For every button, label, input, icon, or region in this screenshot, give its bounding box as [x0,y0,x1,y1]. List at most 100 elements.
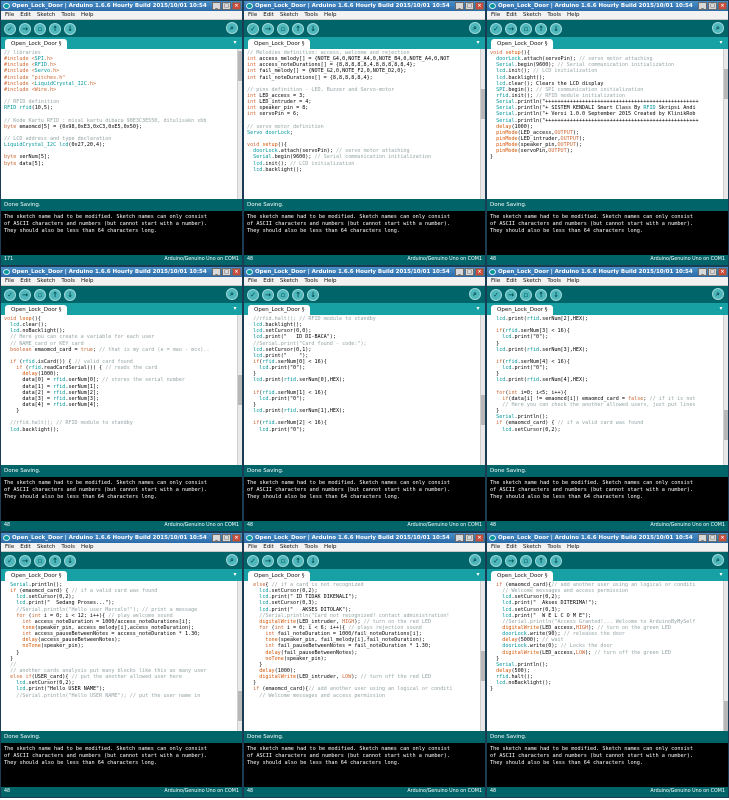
menu-tools[interactable]: Tools [304,11,318,19]
tab-open-lock-door[interactable]: Open_Lock_Door § [491,305,554,315]
tab-menu-icon[interactable]: ▾ [474,305,482,313]
verify-button[interactable]: ✓ [490,22,502,35]
tab-menu-icon[interactable]: ▾ [717,571,725,579]
tab-open-lock-door[interactable]: Open_Lock_Door § [248,39,311,49]
tab-menu-icon[interactable]: ▾ [231,571,239,579]
serial-monitor-button[interactable]: ⌕ [226,22,238,34]
menu-edit[interactable]: Edit [506,543,517,551]
scrollbar-thumb[interactable] [481,395,485,425]
menu-edit[interactable]: Edit [20,11,31,19]
menu-sketch[interactable]: Sketch [37,11,56,19]
save-sketch-button[interactable]: ↓ [307,554,319,567]
serial-monitor-button[interactable]: ⌕ [226,554,238,566]
menu-edit[interactable]: Edit [263,277,274,285]
close-button[interactable]: × [475,2,484,10]
upload-button[interactable]: → [19,288,31,301]
close-button[interactable]: × [232,2,241,10]
open-sketch-button[interactable]: ↑ [292,288,304,301]
code-editor[interactable]: void loop(){ lcd.clear(); lcd.noBackligh… [1,315,237,465]
menu-help[interactable]: Help [567,277,580,285]
verify-button[interactable]: ✓ [4,22,16,35]
code-editor[interactable]: lcd.print(rfid.serNum[2],HEX); if(rfid.s… [487,315,723,465]
save-sketch-button[interactable]: ↓ [64,22,76,35]
window-title-bar[interactable]: Open_Lock_Door | Arduino 1.6.6 Hourly Bu… [487,1,728,11]
menu-help[interactable]: Help [324,11,337,19]
maximize-button[interactable]: □ [465,268,474,276]
save-sketch-button[interactable]: ↓ [550,554,562,567]
maximize-button[interactable]: □ [222,2,231,10]
menu-sketch[interactable]: Sketch [280,11,299,19]
tab-open-lock-door[interactable]: Open_Lock_Door § [5,305,68,315]
window-title-bar[interactable]: Open_Lock_Door | Arduino 1.6.6 Hourly Bu… [487,267,728,277]
window-title-bar[interactable]: Open_Lock_Door | Arduino 1.6.6 Hourly Bu… [487,533,728,543]
menu-tools[interactable]: Tools [61,277,75,285]
menu-edit[interactable]: Edit [506,11,517,19]
minimize-button[interactable]: _ [698,2,707,10]
save-sketch-button[interactable]: ↓ [64,288,76,301]
menu-edit[interactable]: Edit [506,277,517,285]
verify-button[interactable]: ✓ [490,554,502,567]
close-button[interactable]: × [718,268,727,276]
minimize-button[interactable]: _ [212,268,221,276]
menu-sketch[interactable]: Sketch [523,277,542,285]
code-editor[interactable]: Serial.println(); if (emaomcd_card) { //… [1,581,237,731]
tab-menu-icon[interactable]: ▾ [231,39,239,47]
maximize-button[interactable]: □ [708,268,717,276]
menu-sketch[interactable]: Sketch [523,11,542,19]
close-button[interactable]: × [475,534,484,542]
maximize-button[interactable]: □ [222,534,231,542]
upload-button[interactable]: → [19,22,31,35]
window-title-bar[interactable]: Open_Lock_Door | Arduino 1.6.6 Hourly Bu… [244,533,485,543]
menu-help[interactable]: Help [81,277,94,285]
serial-monitor-button[interactable]: ⌕ [469,554,481,566]
code-editor[interactable]: if (emaomcd_card){// add another user us… [487,581,723,731]
maximize-button[interactable]: □ [222,268,231,276]
open-sketch-button[interactable]: ↑ [292,22,304,35]
tab-open-lock-door[interactable]: Open_Lock_Door § [248,305,311,315]
open-sketch-button[interactable]: ↑ [535,22,547,35]
serial-monitor-button[interactable]: ⌕ [226,288,238,300]
editor-scrollbar[interactable] [723,49,728,199]
minimize-button[interactable]: _ [455,2,464,10]
tab-open-lock-door[interactable]: Open_Lock_Door § [5,571,68,581]
close-button[interactable]: × [232,268,241,276]
tab-open-lock-door[interactable]: Open_Lock_Door § [248,571,311,581]
scrollbar-thumb[interactable] [481,89,485,119]
open-sketch-button[interactable]: ↑ [49,22,61,35]
editor-scrollbar[interactable] [237,581,242,731]
menu-help[interactable]: Help [81,543,94,551]
verify-button[interactable]: ✓ [4,554,16,567]
maximize-button[interactable]: □ [708,534,717,542]
minimize-button[interactable]: _ [455,534,464,542]
code-editor[interactable]: // libraries #include <SPI.h> #include <RF… [1,49,237,199]
menu-file[interactable]: File [5,11,14,19]
window-title-bar[interactable]: Open_Lock_Door | Arduino 1.6.6 Hourly Bu… [244,1,485,11]
code-editor[interactable]: void setup(){ doorLock.attach(servoPin);… [487,49,723,199]
maximize-button[interactable]: □ [465,2,474,10]
verify-button[interactable]: ✓ [247,22,259,35]
new-sketch-button[interactable]: ▫ [520,288,532,301]
open-sketch-button[interactable]: ↑ [292,554,304,567]
menu-tools[interactable]: Tools [547,277,561,285]
menu-file[interactable]: File [5,543,14,551]
verify-button[interactable]: ✓ [247,554,259,567]
menu-edit[interactable]: Edit [263,11,274,19]
code-editor[interactable]: // Melodies definition: access, welcome … [244,49,480,199]
tab-open-lock-door[interactable]: Open_Lock_Door § [491,39,554,49]
menu-edit[interactable]: Edit [263,543,274,551]
editor-scrollbar[interactable] [480,49,485,199]
menu-tools[interactable]: Tools [304,543,318,551]
editor-scrollbar[interactable] [237,49,242,199]
verify-button[interactable]: ✓ [490,288,502,301]
save-sketch-button[interactable]: ↓ [64,554,76,567]
menu-sketch[interactable]: Sketch [37,277,56,285]
menu-help[interactable]: Help [324,543,337,551]
menu-sketch[interactable]: Sketch [523,543,542,551]
menu-help[interactable]: Help [81,11,94,19]
open-sketch-button[interactable]: ↑ [535,554,547,567]
tab-open-lock-door[interactable]: Open_Lock_Door § [5,39,68,49]
serial-monitor-button[interactable]: ⌕ [469,22,481,34]
close-button[interactable]: × [475,268,484,276]
menu-help[interactable]: Help [567,543,580,551]
save-sketch-button[interactable]: ↓ [307,22,319,35]
